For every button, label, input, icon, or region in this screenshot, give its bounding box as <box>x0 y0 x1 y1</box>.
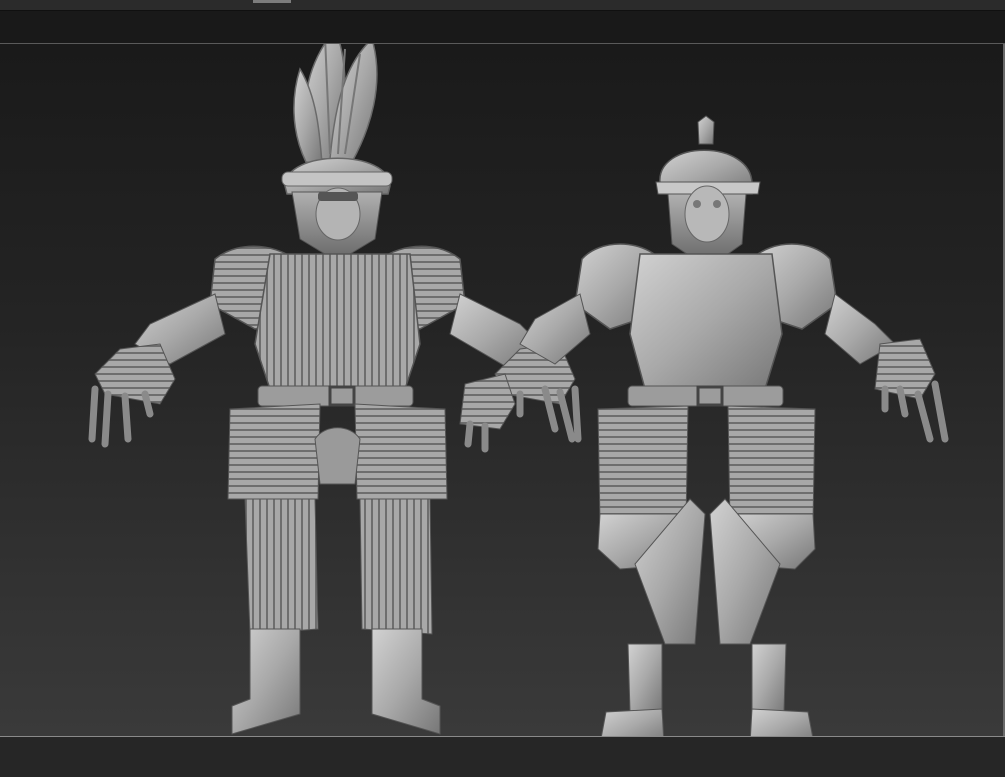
soldier-figure-icon[interactable] <box>459 115 949 736</box>
document-title-bar <box>0 11 1005 44</box>
top-toolbar-strip <box>0 0 1005 11</box>
plume <box>293 44 378 165</box>
3d-viewport[interactable] <box>0 44 1005 736</box>
bottom-status-bar <box>0 737 1005 777</box>
active-tab-marker[interactable] <box>253 0 291 3</box>
